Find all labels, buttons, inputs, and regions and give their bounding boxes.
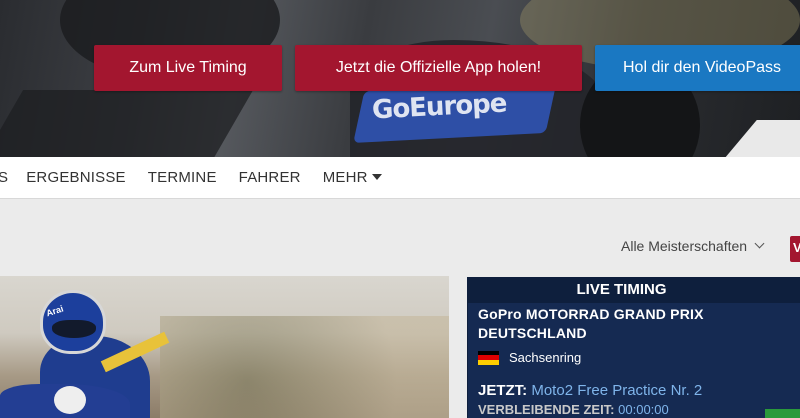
live-timing-widget: LIVE TIMING GoPro MOTORRAD GRAND PRIX DE… [467,277,800,418]
germany-flag-icon [478,350,499,365]
nav-item-results[interactable]: ERGEBNISSE [26,169,126,186]
status-indicator [765,409,800,418]
videopass-button[interactable]: Hol dir den VideoPass [595,45,800,91]
current-session: JETZT: Moto2 Free Practice Nr. 2 [478,382,790,399]
live-timing-button[interactable]: Zum Live Timing [94,45,282,91]
remaining-value: 00:00:00 [618,402,669,417]
track-grass [160,316,449,418]
helmet-visor [52,320,96,338]
live-timing-body: GoPro MOTORRAD GRAND PRIX DEUTSCHLAND Sa… [468,303,800,418]
now-label: JETZT: [478,382,528,399]
hero-banner: GoEurope Zum Live Timing Jetzt die Offiz… [0,0,800,157]
get-app-button[interactable]: Jetzt die Offizielle App holen! [295,45,582,91]
remaining-label: VERBLEIBENDE ZEIT: [478,402,615,417]
track-curb [723,120,800,157]
news-image[interactable]: Arai [0,276,449,418]
nav-item-partial[interactable]: S [0,169,8,186]
session-name[interactable]: Moto2 Free Practice Nr. 2 [531,382,702,399]
nav-item-more[interactable]: MEHR [323,169,382,186]
nav-item-riders[interactable]: FAHRER [239,169,301,186]
main-nav: S ERGEBNISSE TERMINE FAHRER MEHR [0,157,800,199]
nav-item-calendar[interactable]: TERMINE [148,169,217,186]
live-timing-header[interactable]: LIVE TIMING [467,277,800,303]
event-title[interactable]: GoPro MOTORRAD GRAND PRIX DEUTSCHLAND [478,305,790,343]
championship-filter-label: Alle Meisterschaften [621,238,748,254]
championship-filter[interactable]: Alle Meisterschaften [621,238,765,254]
chevron-down-icon [754,238,765,248]
remaining-time: VERBLEIBENDE ZEIT: 00:00:00 [478,402,790,417]
filter-tab[interactable]: V [790,236,800,262]
caret-down-icon [371,174,382,181]
nav-item-more-label: MEHR [322,169,368,186]
venue-name: Sachsenring [509,350,582,365]
hero-photo-shape [0,90,254,157]
number-plate [54,386,86,414]
event-venue: Sachsenring [478,350,790,365]
